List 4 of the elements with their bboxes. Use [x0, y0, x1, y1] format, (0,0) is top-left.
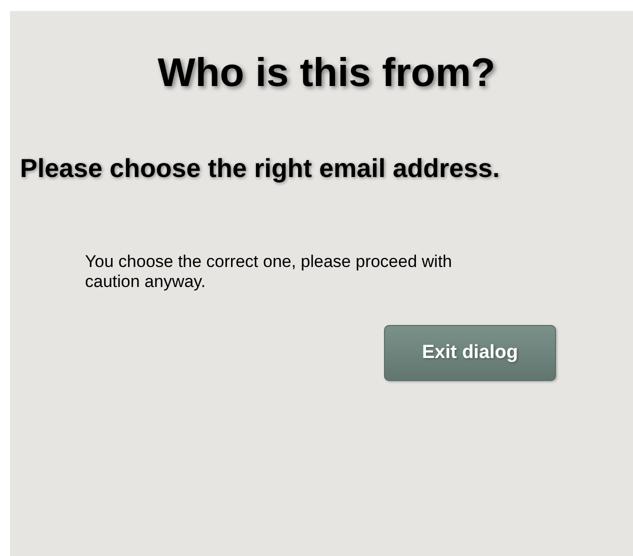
exit-button[interactable]: Exit dialog: [384, 325, 556, 382]
message-text: You choose the correct one, please proceed with caution anyway.: [85, 252, 454, 292]
dialog-subtitle: Please choose the right email address.: [20, 153, 501, 184]
dialog-title: Who is this from?: [156, 50, 496, 97]
